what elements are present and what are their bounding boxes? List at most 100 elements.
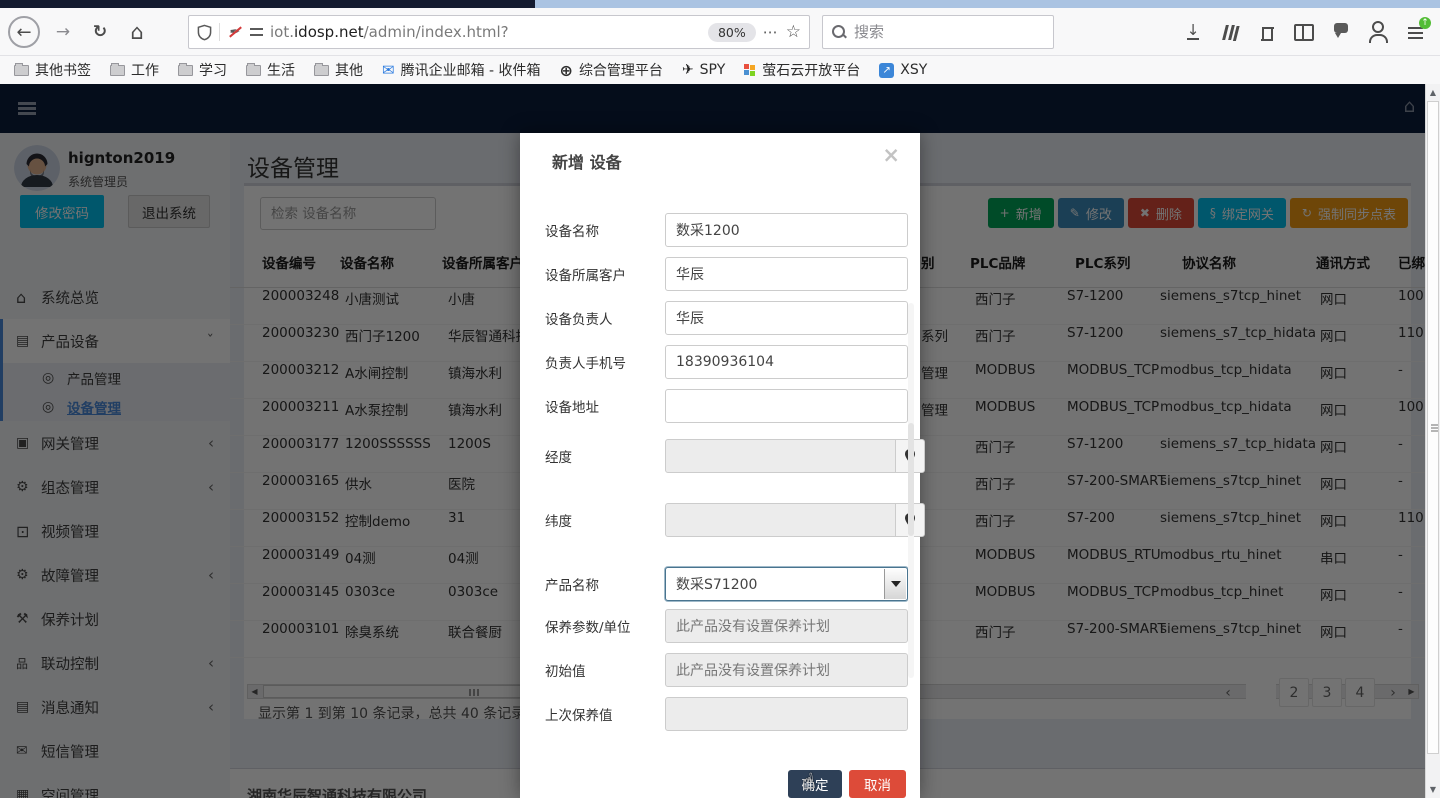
field-input[interactable]: 此产品没有设置保养计划 <box>665 609 908 643</box>
form-row: 纬度 <box>545 503 908 537</box>
window-scrollbar-thumb[interactable] <box>1427 101 1439 754</box>
field-input[interactable]: 此产品没有设置保养计划 <box>665 653 908 687</box>
search-input[interactable] <box>854 23 1048 41</box>
form-row: 经度 <box>545 439 908 473</box>
bookmark-label: 生活 <box>267 60 295 80</box>
window-scrollbar[interactable]: ▲ ▼ <box>1425 84 1440 798</box>
download-icon[interactable] <box>1178 17 1208 47</box>
field-value: 华辰 <box>676 264 704 284</box>
field-label: 保养参数/单位 <box>545 616 665 636</box>
pocket-icon[interactable] <box>1326 17 1356 47</box>
bookmark-icon <box>314 65 329 76</box>
field-input[interactable]: 数采S71200 <box>665 567 908 601</box>
form-row: 设备名称 数采1200 <box>545 213 908 247</box>
scroll-down-arrow[interactable]: ▼ <box>1426 782 1440 797</box>
bookmark-item[interactable]: 生活 <box>246 60 295 80</box>
browser-search[interactable] <box>822 15 1054 49</box>
field-input[interactable]: 18390936104 <box>665 345 908 379</box>
form-row: 设备地址 <box>545 389 908 423</box>
url-text[interactable]: iot.idosp.net/admin/index.html? <box>270 23 701 41</box>
field-input[interactable]: 华辰 <box>665 257 908 291</box>
bookmark-item[interactable]: 腾讯企业邮箱 - 收件箱 <box>382 60 541 80</box>
bookmark-icon <box>682 62 694 78</box>
toolbar-icon-group <box>1178 17 1430 47</box>
bookmark-item[interactable]: 学习 <box>178 60 227 80</box>
bookmark-label: 其他 <box>335 60 363 80</box>
reload-button[interactable] <box>86 18 114 46</box>
bookmark-icon <box>246 65 261 76</box>
bookmark-item[interactable]: 萤石云开放平台 <box>744 60 860 80</box>
field-input[interactable]: 华辰 <box>665 301 908 335</box>
url-bar[interactable]: iot.idosp.net/admin/index.html? 80% ⋯ ☆ <box>188 15 810 49</box>
field-label: 设备地址 <box>545 396 665 416</box>
add-device-modal: 新增 设备 × 设备名称 数采1200 设备所属客户 华辰 <box>520 133 920 798</box>
bookmark-label: 萤石云开放平台 <box>762 60 860 80</box>
back-button[interactable] <box>8 16 40 48</box>
bookmark-item[interactable]: 其他书签 <box>14 60 91 80</box>
bookmark-icon <box>879 63 894 78</box>
screenshot-icon[interactable] <box>1252 17 1282 47</box>
field-value: 数采1200 <box>676 220 740 240</box>
field-input[interactable] <box>665 389 908 423</box>
field-label: 设备名称 <box>545 220 665 240</box>
active-tab-edge <box>0 0 535 8</box>
form-row: 保养参数/单位 此产品没有设置保养计划 <box>545 609 908 643</box>
form-row: 设备负责人 华辰 <box>545 301 908 335</box>
bookmark-item[interactable]: XSY <box>879 62 927 78</box>
sidebar-toggle-icon[interactable] <box>1289 17 1319 47</box>
blocked-content-icon[interactable] <box>227 24 243 40</box>
page-actions-icon[interactable]: ⋯ <box>763 23 779 41</box>
permissions-icon[interactable] <box>250 26 263 38</box>
search-icon <box>832 25 846 39</box>
zoom-level-badge[interactable]: 80% <box>708 23 756 42</box>
field-value: 华辰 <box>676 308 704 328</box>
forward-button[interactable] <box>49 18 77 46</box>
bookmark-label: 其他书签 <box>35 60 91 80</box>
field-label: 纬度 <box>545 510 665 530</box>
library-icon[interactable] <box>1215 17 1245 47</box>
bookmark-icon <box>744 64 756 76</box>
home-button[interactable] <box>123 18 151 46</box>
field-label: 初始值 <box>545 660 665 680</box>
field-input[interactable] <box>665 503 896 537</box>
bookmarks-bar: 其他书签 工作 学习 生活 其他 腾讯企业邮箱 - 收件箱 综合管理平台 <box>0 56 1440 84</box>
bookmark-star-icon[interactable]: ☆ <box>786 22 801 42</box>
form-row: 产品名称 数采S71200 <box>545 567 908 601</box>
field-value: 此产品没有设置保养计划 <box>676 660 830 680</box>
shield-icon[interactable] <box>197 24 212 41</box>
bookmark-label: XSY <box>900 62 927 78</box>
bookmark-label: 工作 <box>131 60 159 80</box>
scroll-up-arrow[interactable]: ▲ <box>1426 85 1440 100</box>
field-label: 负责人手机号 <box>545 352 665 372</box>
bookmark-label: 学习 <box>199 60 227 80</box>
field-input[interactable]: 数采1200 <box>665 213 908 247</box>
modal-scrollbar[interactable] <box>908 303 914 678</box>
field-label: 产品名称 <box>545 574 665 594</box>
bookmark-label: SPY <box>700 62 726 78</box>
bookmark-label: 综合管理平台 <box>579 60 663 80</box>
field-label: 经度 <box>545 446 665 466</box>
app-menu-icon[interactable] <box>1400 17 1430 47</box>
bookmark-icon <box>560 61 573 80</box>
divider <box>219 23 220 41</box>
form-row: 上次保养值 <box>545 697 908 731</box>
close-icon[interactable]: × <box>882 143 900 167</box>
thumb-grip <box>1431 427 1438 429</box>
bookmark-item[interactable]: 其他 <box>314 60 363 80</box>
field-value: 数采S71200 <box>676 574 757 594</box>
bookmark-item[interactable]: 工作 <box>110 60 159 80</box>
cancel-button[interactable]: 取消 <box>849 770 906 798</box>
field-label: 设备负责人 <box>545 308 665 328</box>
bookmark-icon <box>178 65 193 76</box>
field-input[interactable] <box>665 439 896 473</box>
web-page: ⌂ hignton2019 系统管理员 修改密码 退出系统 系统总览 产品设备 <box>0 84 1440 798</box>
field-value: 此产品没有设置保养计划 <box>676 616 830 636</box>
account-icon[interactable] <box>1363 17 1393 47</box>
bookmark-item[interactable]: 综合管理平台 <box>560 60 663 80</box>
field-value: 18390936104 <box>676 354 774 370</box>
bookmark-item[interactable]: SPY <box>682 62 725 78</box>
dropdown-arrow-icon[interactable] <box>884 569 906 599</box>
bookmark-label: 腾讯企业邮箱 - 收件箱 <box>401 60 541 80</box>
field-input[interactable] <box>665 697 908 731</box>
field-label: 设备所属客户 <box>545 264 665 284</box>
